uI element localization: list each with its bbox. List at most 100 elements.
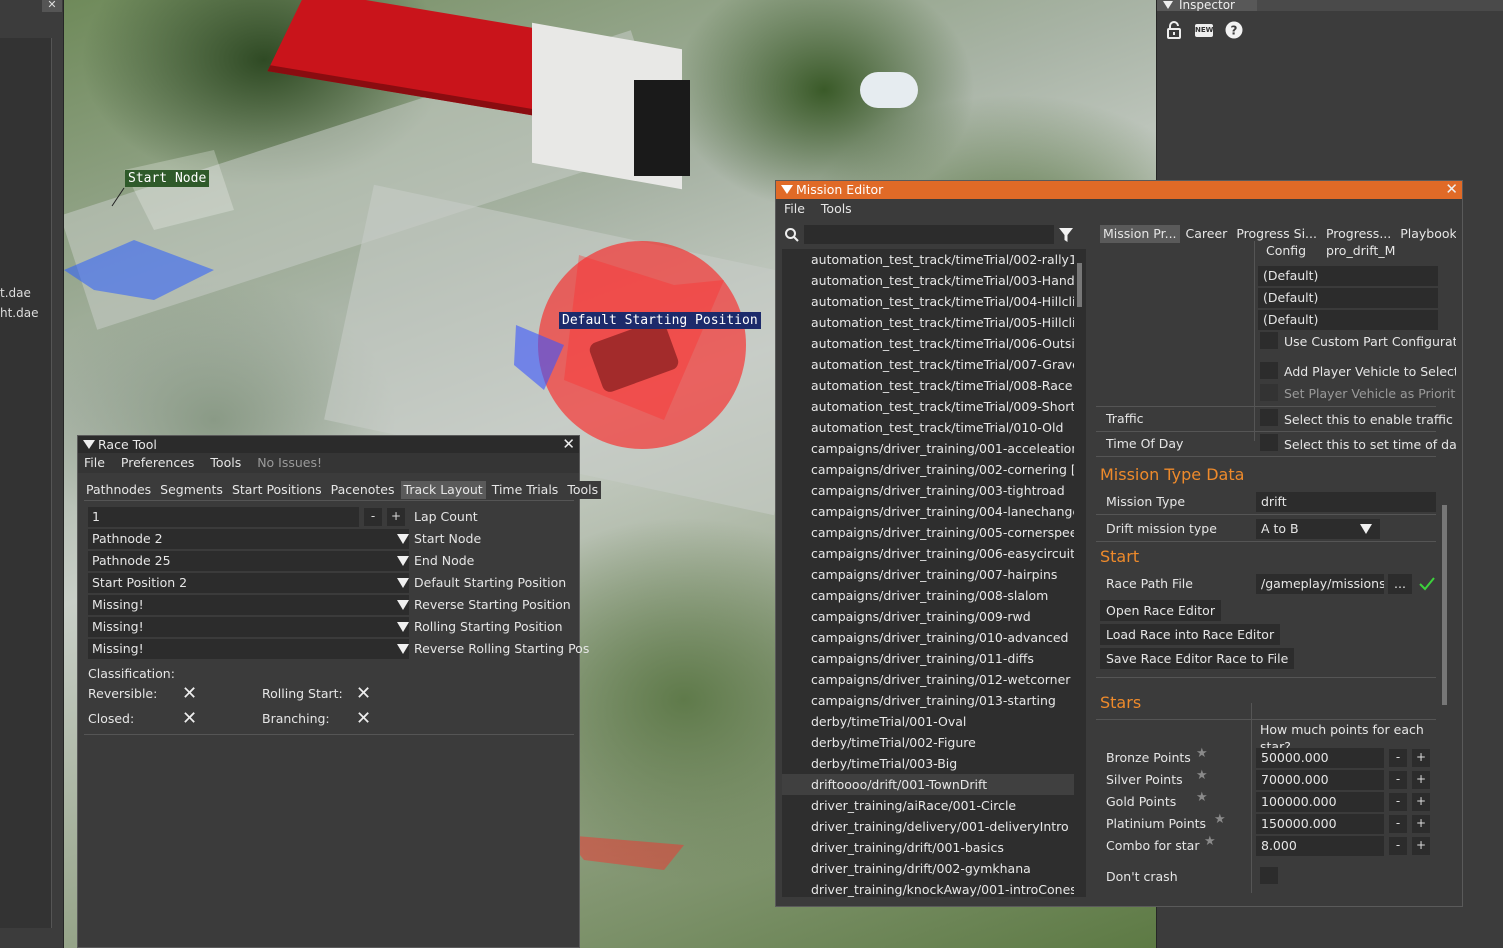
filter-icon[interactable] bbox=[1058, 227, 1074, 243]
list-item[interactable]: driver_training/drift/002-gymkhana bbox=[782, 858, 1074, 879]
list-item[interactable]: derby/timeTrial/003-Big bbox=[782, 753, 1074, 774]
increment-button[interactable]: + bbox=[1412, 837, 1430, 855]
tab-progress-setup[interactable]: Progress Si... bbox=[1233, 225, 1320, 243]
close-icon[interactable]: ✕ bbox=[356, 710, 371, 728]
file-item[interactable]: t.dae bbox=[0, 286, 31, 300]
search-input[interactable] bbox=[804, 225, 1054, 244]
list-item[interactable]: driver_training/knockAway/001-introCones bbox=[782, 879, 1074, 897]
list-item[interactable]: automation_test_track/timeTrial/009-Shor… bbox=[782, 396, 1074, 417]
list-item[interactable]: derby/timeTrial/002-Figure bbox=[782, 732, 1074, 753]
list-item[interactable]: driver_training/aiRace/001-Circle bbox=[782, 795, 1074, 816]
collapse-icon[interactable] bbox=[781, 185, 793, 194]
race-path-input[interactable]: /gameplay/missions/ bbox=[1256, 574, 1384, 594]
list-item[interactable]: campaigns/driver_training/012-wetcorner bbox=[782, 669, 1074, 690]
close-icon[interactable]: ✕ bbox=[182, 685, 197, 703]
list-item[interactable]: campaigns/driver_training/006-easycircui… bbox=[782, 543, 1074, 564]
dont-crash-checkbox[interactable] bbox=[1260, 867, 1278, 884]
tab-playbook[interactable]: Playbook... bbox=[1397, 225, 1456, 243]
default-select[interactable]: (Default) bbox=[1258, 310, 1438, 330]
collapse-icon[interactable] bbox=[1163, 1, 1173, 9]
list-item[interactable]: campaigns/driver_training/008-slalom bbox=[782, 585, 1074, 606]
tab-pathnodes[interactable]: Pathnodes bbox=[83, 481, 155, 499]
new-icon[interactable]: NEW bbox=[1195, 24, 1213, 37]
star-points-input[interactable]: 8.000 bbox=[1256, 836, 1384, 856]
tab-mission-properties[interactable]: Mission Pr... bbox=[1100, 225, 1180, 243]
add-player-checkbox[interactable] bbox=[1260, 362, 1278, 379]
end-node-select[interactable]: Pathnode 25 bbox=[88, 551, 409, 571]
collapse-icon[interactable] bbox=[83, 440, 95, 449]
decrement-button[interactable]: - bbox=[1389, 749, 1407, 767]
open-race-editor-button[interactable]: Open Race Editor bbox=[1100, 600, 1221, 621]
chevron-down-icon[interactable] bbox=[397, 600, 409, 610]
default-select[interactable]: (Default) bbox=[1258, 266, 1438, 286]
chevron-down-icon[interactable] bbox=[397, 578, 409, 588]
tab-time-trials[interactable]: Time Trials bbox=[488, 481, 562, 499]
list-item[interactable]: campaigns/driver_training/011-diffs bbox=[782, 648, 1074, 669]
properties-scrollbar[interactable] bbox=[1442, 505, 1447, 705]
load-race-button[interactable]: Load Race into Race Editor bbox=[1100, 624, 1281, 645]
tab-track-layout[interactable]: Track Layout bbox=[400, 481, 486, 499]
save-race-button[interactable]: Save Race Editor Race to File bbox=[1100, 648, 1295, 669]
decrement-button[interactable]: - bbox=[1389, 815, 1407, 833]
reverse-rolling-select[interactable]: Missing! bbox=[88, 639, 409, 659]
tab-career[interactable]: Career bbox=[1182, 225, 1231, 243]
list-item[interactable]: driver_training/delivery/001-deliveryInt… bbox=[782, 816, 1074, 837]
inspector-tab[interactable]: Inspector bbox=[1157, 0, 1257, 11]
list-item[interactable]: campaigns/driver_training/013-starting bbox=[782, 690, 1074, 711]
chevron-down-icon[interactable] bbox=[397, 622, 409, 632]
time-of-day-checkbox[interactable] bbox=[1260, 434, 1278, 451]
increment-button[interactable]: + bbox=[1412, 749, 1430, 767]
list-item[interactable]: automation_test_track/timeTrial/010-Old bbox=[782, 417, 1074, 438]
list-item[interactable]: campaigns/driver_training/003-tightroad bbox=[782, 480, 1074, 501]
chevron-down-icon[interactable] bbox=[1360, 524, 1372, 534]
list-item[interactable]: driftoooo/drift/001-TownDrift bbox=[782, 774, 1074, 795]
list-item[interactable]: automation_test_track/timeTrial/007-Grav… bbox=[782, 354, 1074, 375]
chevron-down-icon[interactable] bbox=[397, 534, 409, 544]
list-item[interactable]: automation_test_track/timeTrial/003-Hand… bbox=[782, 270, 1074, 291]
lap-count-plus[interactable]: + bbox=[387, 508, 405, 526]
menu-preferences[interactable]: Preferences bbox=[121, 455, 195, 470]
help-icon[interactable]: ? bbox=[1225, 21, 1243, 39]
tab-start-positions[interactable]: Start Positions bbox=[228, 481, 325, 499]
star-points-input[interactable]: 100000.000 bbox=[1256, 792, 1384, 812]
list-item[interactable]: campaigns/driver_training/009-rwd bbox=[782, 606, 1074, 627]
decrement-button[interactable]: - bbox=[1389, 771, 1407, 789]
file-item[interactable]: ht.dae bbox=[0, 306, 38, 320]
increment-button[interactable]: + bbox=[1412, 815, 1430, 833]
browse-button[interactable]: ... bbox=[1388, 574, 1412, 594]
list-item[interactable]: automation_test_track/timeTrial/005-Hill… bbox=[782, 312, 1074, 333]
menu-tools[interactable]: Tools bbox=[821, 201, 852, 216]
chevron-down-icon[interactable] bbox=[397, 556, 409, 566]
reverse-start-select[interactable]: Missing! bbox=[88, 595, 409, 615]
close-icon[interactable]: ✕ bbox=[356, 685, 371, 703]
menu-file[interactable]: File bbox=[84, 455, 105, 470]
set-priority-checkbox[interactable] bbox=[1260, 384, 1278, 401]
mission-editor-titlebar[interactable]: Mission Editor ✕ bbox=[776, 181, 1462, 199]
mission-list-scrollbar[interactable] bbox=[1074, 249, 1086, 897]
default-start-select[interactable]: Start Position 2 bbox=[88, 573, 409, 593]
list-item[interactable]: campaigns/driver_training/005-cornerspee… bbox=[782, 522, 1074, 543]
lock-icon[interactable] bbox=[1165, 21, 1183, 39]
list-item[interactable]: automation_test_track/timeTrial/002-rall… bbox=[782, 249, 1074, 270]
scrollbar-thumb[interactable] bbox=[1077, 263, 1082, 307]
lap-count-minus[interactable]: - bbox=[364, 508, 382, 526]
list-item[interactable]: campaigns/driver_training/010-advanced bbox=[782, 627, 1074, 648]
close-icon[interactable]: ✕ bbox=[42, 0, 62, 12]
use-custom-checkbox[interactable] bbox=[1260, 332, 1278, 349]
star-points-input[interactable]: 50000.000 bbox=[1256, 748, 1384, 768]
list-item[interactable]: automation_test_track/timeTrial/004-Hill… bbox=[782, 291, 1074, 312]
close-icon[interactable]: ✕ bbox=[562, 436, 575, 452]
star-points-input[interactable]: 70000.000 bbox=[1256, 770, 1384, 790]
list-item[interactable]: driver_training/drift/001-basics bbox=[782, 837, 1074, 858]
chevron-down-icon[interactable] bbox=[397, 644, 409, 654]
mission-type-value[interactable]: drift bbox=[1256, 492, 1436, 512]
decrement-button[interactable]: - bbox=[1389, 837, 1407, 855]
lap-count-input[interactable]: 1 bbox=[88, 507, 359, 527]
list-item[interactable]: campaigns/driver_training/007-hairpins bbox=[782, 564, 1074, 585]
list-item[interactable]: campaigns/driver_training/001-acceleatio… bbox=[782, 438, 1074, 459]
list-item[interactable]: campaigns/driver_training/004-lanechange bbox=[782, 501, 1074, 522]
rolling-start-select[interactable]: Missing! bbox=[88, 617, 409, 637]
traffic-checkbox[interactable] bbox=[1260, 409, 1278, 426]
star-points-input[interactable]: 150000.000 bbox=[1256, 814, 1384, 834]
start-node-select[interactable]: Pathnode 2 bbox=[88, 529, 409, 549]
